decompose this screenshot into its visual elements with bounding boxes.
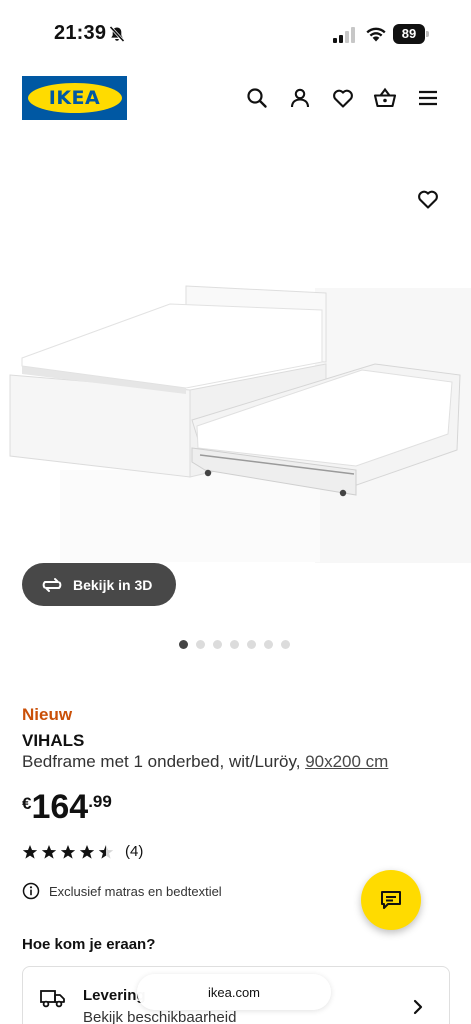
price-currency: € — [22, 794, 32, 813]
gallery-dot[interactable] — [196, 640, 205, 649]
logo-text: IKEA — [48, 87, 101, 109]
status-bar: 21:39 89 — [0, 0, 471, 66]
product-note-text: Exclusief matras en bedtextiel — [49, 883, 222, 899]
bell-muted-icon — [108, 25, 126, 43]
search-icon[interactable] — [245, 86, 269, 110]
status-time: 21:39 — [54, 22, 107, 44]
price-decimal: .99 — [88, 792, 112, 811]
star-icon — [22, 844, 38, 859]
gallery-dot[interactable] — [230, 640, 239, 649]
product-description: Bedframe met 1 onderbed, wit/Luröy, 90x2… — [22, 752, 388, 772]
star-icon — [79, 844, 95, 859]
star-icon — [41, 844, 57, 859]
rating-count: (4) — [125, 843, 144, 860]
view-in-3d-label: Bekijk in 3D — [73, 576, 153, 593]
star-icon — [60, 844, 76, 859]
product-name: VIHALS — [22, 731, 85, 750]
gallery-dot[interactable] — [213, 640, 222, 649]
heart-icon[interactable] — [331, 86, 355, 110]
menu-icon[interactable] — [416, 86, 440, 110]
browser-url: ikea.com — [207, 984, 261, 1000]
star-icon — [98, 844, 114, 859]
product-note: Exclusief matras en bedtextiel — [22, 882, 222, 900]
gallery-dot[interactable] — [264, 640, 273, 649]
info-icon — [22, 882, 40, 900]
product-size-link[interactable]: 90x200 cm — [305, 752, 388, 771]
product-price: € 164 .99 — [22, 786, 112, 828]
product-description-text: Bedframe met 1 onderbed, wit/Luröy, — [22, 752, 301, 771]
ikea-logo[interactable]: IKEA — [22, 76, 127, 120]
view-in-3d-button[interactable]: Bekijk in 3D — [22, 563, 176, 606]
delivery-subtitle: Bekijk beschikbaarheid — [83, 1009, 237, 1024]
wifi-icon — [365, 25, 387, 43]
gallery-dot[interactable] — [179, 640, 188, 649]
add-to-favourites-icon[interactable] — [416, 187, 440, 211]
chat-button[interactable] — [361, 870, 421, 930]
battery-level: 89 — [393, 24, 425, 44]
gallery-dot[interactable] — [247, 640, 256, 649]
battery-tip — [426, 31, 429, 37]
cellular-signal-icon — [333, 27, 357, 43]
truck-icon — [40, 990, 65, 1008]
delivery-section-title: Hoe kom je eraan? — [22, 936, 156, 953]
chat-icon — [381, 891, 401, 909]
new-badge: Nieuw — [22, 705, 73, 724]
rotate-3d-icon — [42, 577, 62, 592]
browser-address-bar[interactable]: ikea.com — [137, 974, 331, 1010]
product-photo-bed — [9, 285, 471, 563]
price-integer: 164 — [31, 788, 89, 826]
gallery-pagination — [179, 640, 290, 649]
chevron-right-icon — [413, 999, 423, 1015]
battery-indicator: 89 — [393, 24, 429, 44]
gallery-dot[interactable] — [281, 640, 290, 649]
user-icon[interactable] — [288, 86, 312, 110]
site-header: IKEA — [0, 76, 471, 122]
logo-oval: IKEA — [27, 83, 122, 113]
product-rating[interactable]: (4) — [22, 843, 143, 860]
basket-icon[interactable] — [373, 86, 397, 110]
rating-stars — [22, 844, 117, 860]
